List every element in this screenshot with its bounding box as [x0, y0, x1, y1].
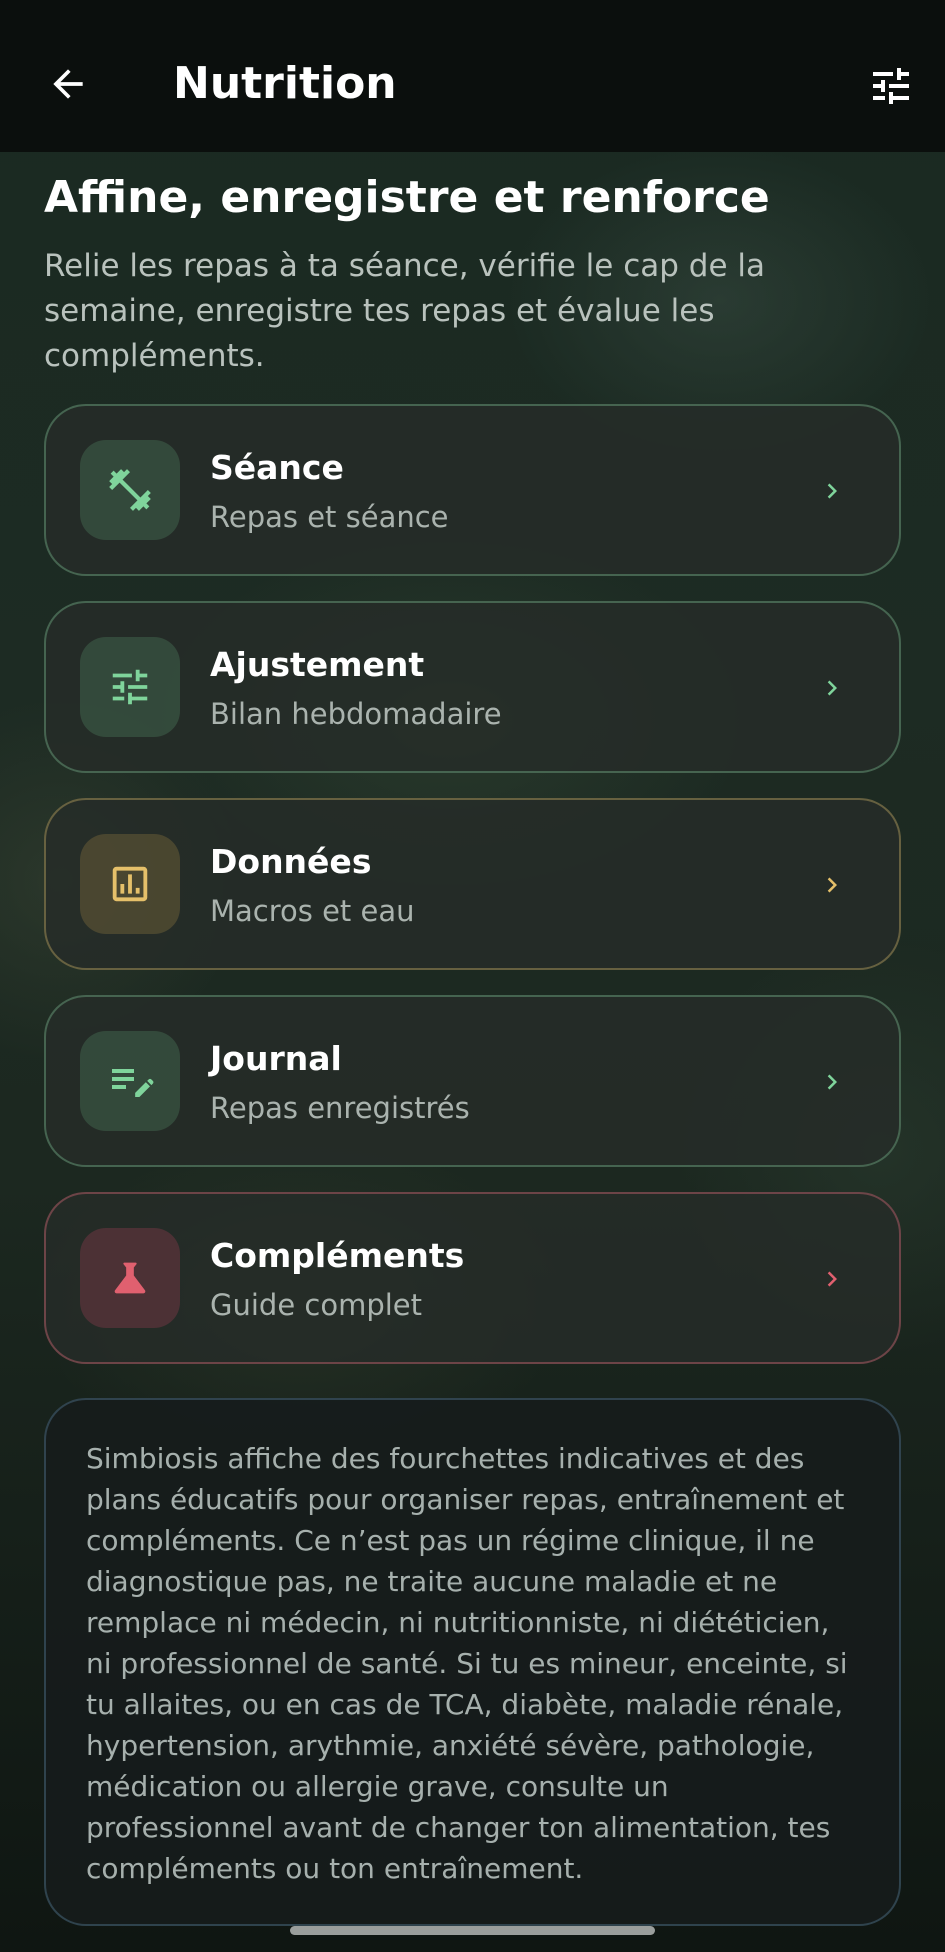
card-subtitle: Repas et séance — [210, 500, 449, 534]
edit-list-icon — [112, 1069, 154, 1097]
card-icon-container — [80, 1228, 180, 1328]
card-subtitle: Repas enregistrés — [210, 1091, 470, 1125]
card-journal[interactable]: Journal Repas enregistrés — [44, 995, 901, 1167]
card-icon-container — [80, 440, 180, 540]
chevron-right-icon — [813, 866, 851, 904]
card-icon-container — [80, 834, 180, 934]
back-button[interactable] — [40, 56, 96, 112]
card-subtitle: Bilan hebdomadaire — [210, 697, 502, 731]
home-indicator[interactable] — [290, 1926, 655, 1935]
bar-chart-icon — [112, 866, 148, 902]
chevron-right-icon — [813, 669, 851, 707]
section-intro: Relie les repas à ta séance, vérifie le … — [44, 248, 765, 374]
card-title: Données — [210, 842, 372, 881]
disclaimer-text: Simbiosis affiche des fourchettes indica… — [86, 1442, 848, 1885]
chevron-right-icon — [813, 472, 851, 510]
tune-icon — [873, 68, 909, 104]
card-complements[interactable]: Compléments Guide complet — [44, 1192, 901, 1364]
disclaimer-card: Simbiosis affiche des fourchettes indica… — [44, 1398, 901, 1926]
chevron-right-icon — [813, 1260, 851, 1298]
card-ajustement[interactable]: Ajustement Bilan hebdomadaire — [44, 601, 901, 773]
card-subtitle: Guide complet — [210, 1288, 422, 1322]
top-app-bar: Nutrition — [0, 0, 945, 152]
card-donnees[interactable]: Données Macros et eau — [44, 798, 901, 970]
dumbbell-icon — [109, 469, 151, 511]
card-title: Séance — [210, 448, 344, 487]
flask-icon — [114, 1262, 146, 1294]
arrow-left-icon — [53, 69, 83, 99]
card-subtitle: Macros et eau — [210, 894, 415, 928]
card-title: Journal — [210, 1039, 342, 1078]
filter-button[interactable] — [863, 58, 919, 114]
card-icon-container — [80, 637, 180, 737]
card-icon-container — [80, 1031, 180, 1131]
card-title: Ajustement — [210, 645, 425, 684]
card-seance[interactable]: Séance Repas et séance — [44, 404, 901, 576]
section-heading: Affine, enregistre et renforce — [44, 172, 770, 223]
chevron-right-icon — [813, 1063, 851, 1101]
tune-icon — [112, 669, 148, 705]
page-title: Nutrition — [173, 58, 397, 109]
card-title: Compléments — [210, 1236, 465, 1275]
